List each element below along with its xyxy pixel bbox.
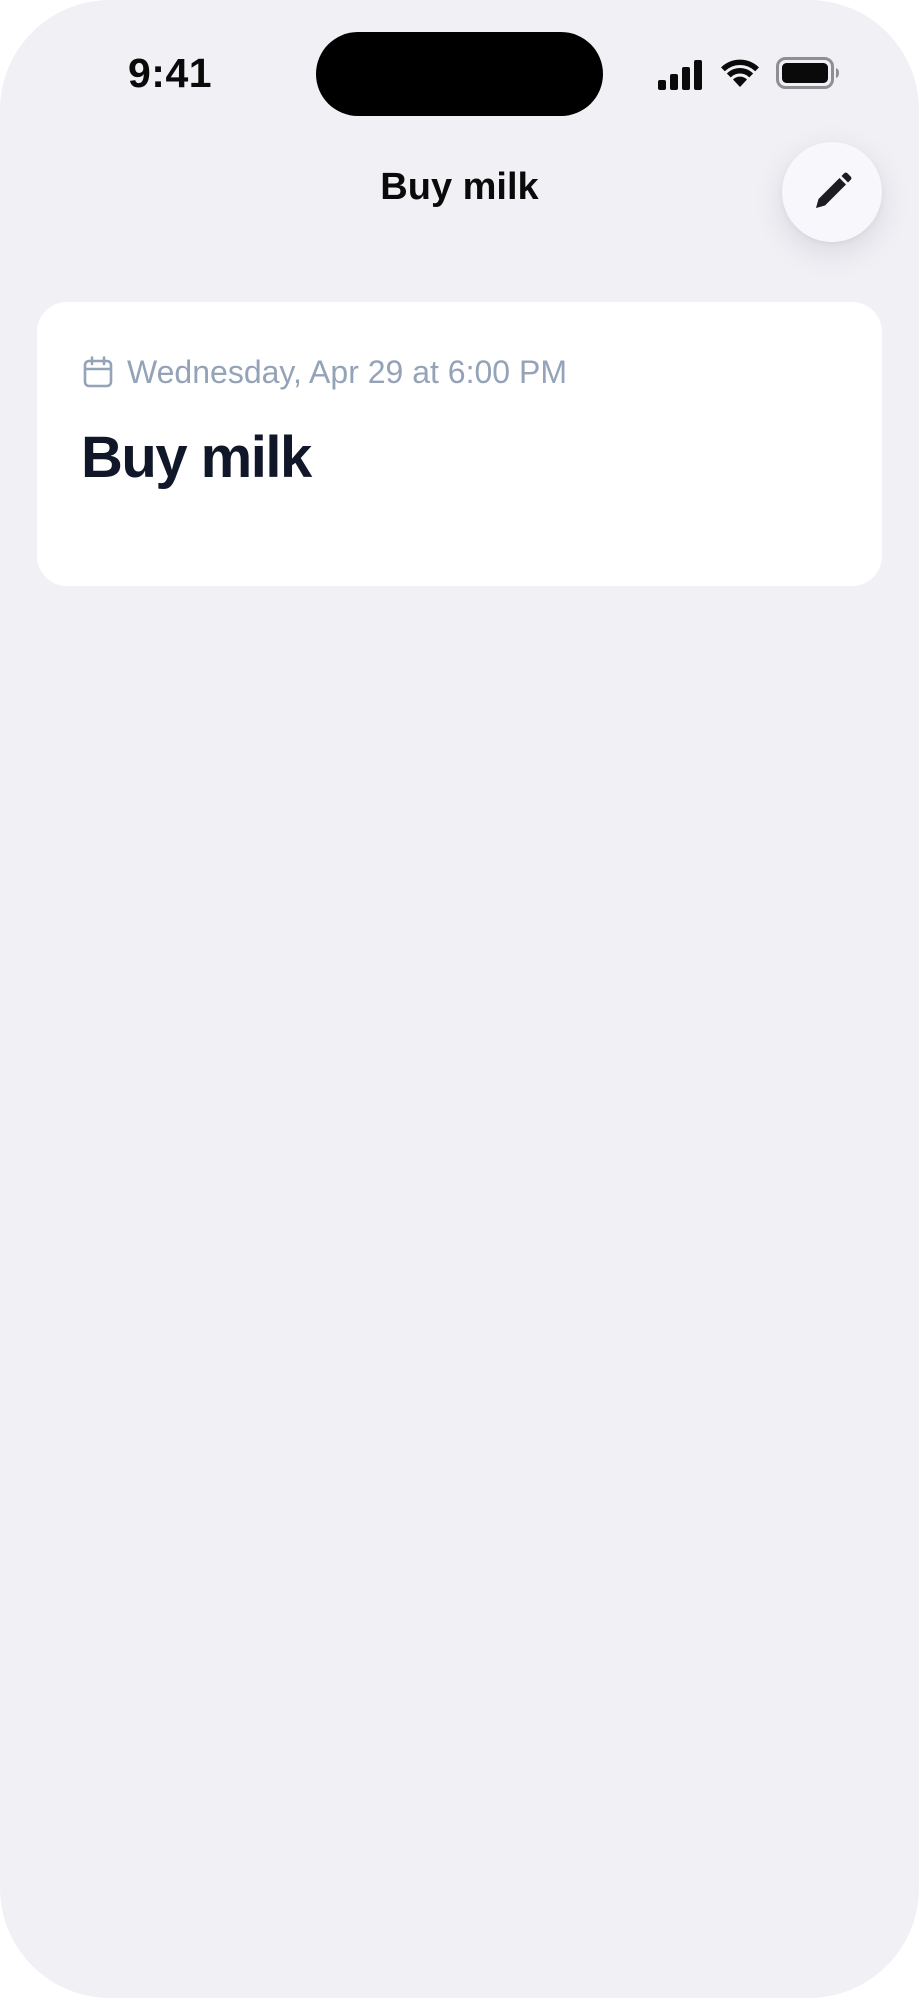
phone-screen: 9:41 Buy milk Wednesday, Apr 29 at 6:00 … (0, 0, 919, 1998)
reminder-card: Wednesday, Apr 29 at 6:00 PM Buy milk (37, 302, 882, 586)
battery-icon (776, 57, 839, 89)
date-row: Wednesday, Apr 29 at 6:00 PM (83, 352, 567, 392)
dynamic-island (316, 32, 603, 116)
reminder-title: Buy milk (81, 425, 312, 490)
wifi-icon (721, 59, 759, 87)
reminder-date: Wednesday, Apr 29 at 6:00 PM (127, 353, 567, 390)
signal-icon (658, 60, 702, 90)
status-icons (658, 56, 839, 92)
status-time: 9:41 (128, 50, 213, 96)
calendar-icon (83, 356, 113, 388)
edit-button[interactable] (782, 142, 882, 242)
pencil-icon (816, 172, 852, 208)
